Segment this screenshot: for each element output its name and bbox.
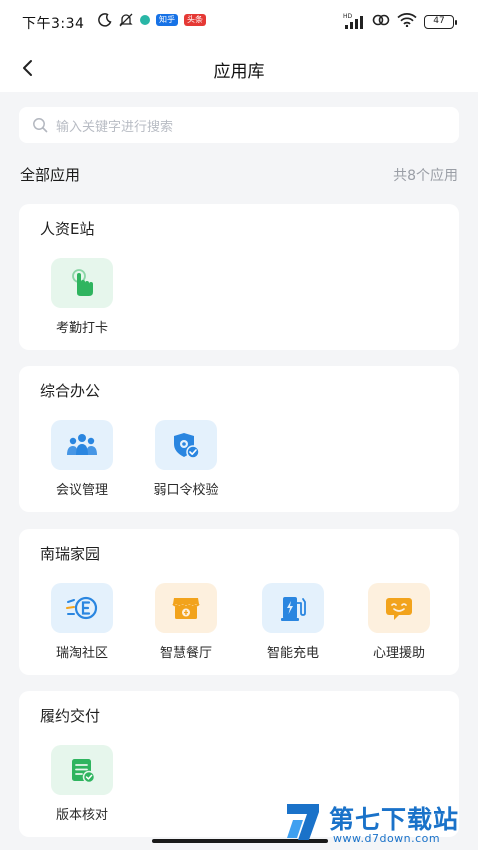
app-dot-icon (140, 15, 150, 25)
group-title: 履约交付 (40, 707, 101, 725)
app-version-check[interactable]: 版本核对 (37, 745, 127, 823)
meeting-people-icon (51, 420, 113, 470)
all-apps-count: 共8个应用 (393, 168, 458, 184)
app-label: 版本核对 (55, 808, 108, 823)
status-system-icons: HD 47 (343, 12, 457, 31)
watermark-logo-icon (287, 804, 319, 840)
app-ruitao-community[interactable]: 瑞淘社区 (37, 583, 127, 661)
toutiao-badge-icon: 头条 (184, 14, 206, 26)
search-input[interactable]: 输入关键字进行搜索 (19, 107, 459, 143)
community-e-icon (51, 583, 113, 633)
shield-gear-icon (155, 420, 217, 470)
link-icon (372, 12, 390, 31)
app-group-card: 人资E站 考勤打卡 (19, 204, 459, 350)
status-time: 下午3:34 (22, 16, 85, 32)
status-bar: 下午3:34 知乎 头条 HD 47 (0, 0, 478, 44)
app-group-card: 南瑞家园 瑞淘社区 智慧餐厅 智能充电 心理援助 (19, 529, 459, 675)
watermark: 第七下载站 www.d7down.com (283, 798, 473, 850)
watermark-url: www.d7down.com (333, 832, 441, 845)
group-title: 人资E站 (40, 220, 95, 238)
mute-bell-icon (118, 12, 134, 28)
search-icon (33, 118, 48, 133)
app-label: 瑞淘社区 (55, 646, 108, 661)
mental-help-icon (368, 583, 430, 633)
all-apps-title: 全部应用 (20, 166, 81, 184)
group-title: 南瑞家园 (40, 545, 101, 563)
app-label: 智慧餐厅 (159, 646, 212, 661)
app-weak-password-check[interactable]: 弱口令校验 (141, 420, 231, 498)
hand-tap-icon (51, 258, 113, 308)
app-group-card: 综合办公 会议管理 弱口令校验 (19, 366, 459, 512)
zhihu-badge-icon: 知乎 (156, 14, 178, 26)
app-label: 心理援助 (372, 646, 425, 661)
app-attendance[interactable]: 考勤打卡 (37, 258, 127, 336)
app-smart-restaurant[interactable]: 智慧餐厅 (141, 583, 231, 661)
document-check-icon (51, 745, 113, 795)
wifi-icon (397, 12, 417, 31)
search-placeholder: 输入关键字进行搜索 (56, 119, 174, 135)
status-notification-icons: 知乎 头条 (98, 12, 206, 28)
nav-bar: 应用库 (0, 44, 478, 92)
page-title: 应用库 (213, 62, 265, 82)
battery-icon: 47 (424, 14, 457, 29)
signal-icon: HD (343, 13, 365, 29)
app-smart-charging[interactable]: 智能充电 (248, 583, 338, 661)
app-label: 弱口令校验 (153, 483, 219, 498)
app-label: 智能充电 (266, 646, 319, 661)
restaurant-store-icon (155, 583, 217, 633)
app-label: 考勤打卡 (55, 321, 108, 336)
app-psychological-aid[interactable]: 心理援助 (354, 583, 444, 661)
app-label: 会议管理 (55, 483, 108, 498)
watermark-title: 第七下载站 (329, 805, 460, 834)
moon-icon (98, 13, 112, 27)
group-title: 综合办公 (40, 382, 101, 400)
app-meeting-management[interactable]: 会议管理 (37, 420, 127, 498)
charging-pile-icon (262, 583, 324, 633)
